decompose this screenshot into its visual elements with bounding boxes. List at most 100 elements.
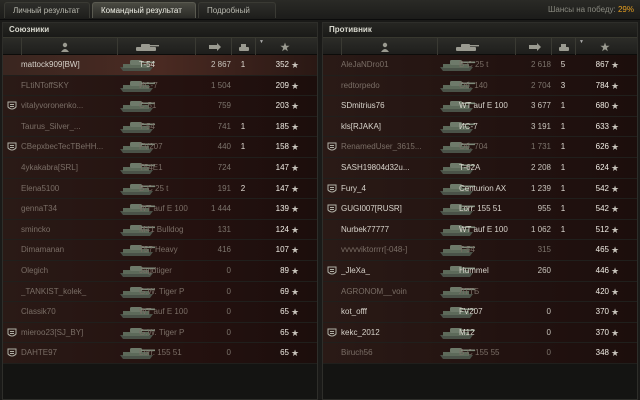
- player-row[interactable]: Dimamanan T57 Heavy 416 107 ★: [3, 240, 317, 261]
- platoon-cell: [327, 343, 341, 363]
- star-icon: ★: [291, 245, 300, 256]
- star-icon: ★: [291, 286, 300, 297]
- player-row[interactable]: AGRONOM__voin ЛТТБ 420 ★: [323, 281, 637, 303]
- xp-value: 542: [595, 204, 609, 214]
- player-row[interactable]: GUGI007[RUSR] Lorr. 155 51 955 1 542 ★: [323, 199, 637, 220]
- kills-value: 1: [560, 224, 566, 234]
- header-xp[interactable]: ▼: [255, 38, 317, 55]
- player-row[interactable]: mattock909[BW] T-54 2 867 1 352 ★: [3, 55, 317, 76]
- vehicle-name: WT auf E 100: [139, 204, 188, 214]
- header-player[interactable]: [341, 38, 437, 55]
- player-row[interactable]: Fury_4 Centurion AX 1 239 1 542 ★: [323, 178, 637, 200]
- player-row[interactable]: redtorpedo Об. 140 2 704 3 784 ★: [323, 75, 637, 97]
- tab-team-result[interactable]: Командный результат: [92, 2, 196, 18]
- platoon-cell: [7, 261, 21, 281]
- allies-list: mattock909[BW] T-54 2 867 1 352 ★ FLtiNToffSKY…: [3, 55, 317, 364]
- player-row[interactable]: RenamedUser_3615... Об. 704 1 731 1 626 ★: [323, 137, 637, 158]
- tab-detailed-report[interactable]: Подробный отчёт: [198, 2, 276, 31]
- player-row[interactable]: vvvvviktorrrr[-048-] T-54 315 465 ★: [323, 240, 637, 261]
- damage-value: 2 704: [530, 80, 551, 90]
- player-row[interactable]: Biruch56 B-C 155 55 0 348 ★: [323, 343, 637, 364]
- player-row[interactable]: _TANKIST_kolek_ G.W. Tiger P 0 69 ★: [3, 281, 317, 303]
- platoon-cell: [327, 199, 341, 219]
- player-row[interactable]: Olegich Jagdtiger 0 89 ★: [3, 260, 317, 282]
- player-name: _TANKIST_kolek_: [21, 286, 87, 296]
- vehicle-name: B-C 155 55: [459, 348, 500, 358]
- star-icon: ★: [611, 80, 620, 91]
- player-row[interactable]: SASH19804d32u... T-62A 2 208 1 624 ★: [323, 157, 637, 179]
- platoon-cell: [7, 343, 21, 363]
- player-row[interactable]: Elena5100 B-C 25 t 191 2 147 ★: [3, 178, 317, 200]
- player-row[interactable]: FLtiNToffSKY ИС-7 1 504 209 ★: [3, 75, 317, 97]
- platoon-cell: [327, 282, 341, 302]
- player-row[interactable]: kekc_2012 M12 0 370 ★: [323, 322, 637, 344]
- player-row[interactable]: vitalyvoronenko... C-51 759 203 ★: [3, 96, 317, 117]
- platoon-cell: [7, 76, 21, 96]
- player-row[interactable]: Nurbek77777 WT auf E 100 1 062 1 512 ★: [323, 219, 637, 241]
- player-row[interactable]: smincko M41 Bulldog 131 124 ★: [3, 219, 317, 241]
- platoon-cell: [7, 55, 21, 75]
- kills-value: [553, 282, 573, 302]
- header-kills[interactable]: [231, 38, 255, 55]
- damage-value: 759: [217, 101, 231, 111]
- player-name: DAHTE97: [21, 348, 58, 358]
- player-name: RenamedUser_3615...: [341, 142, 422, 152]
- player-row[interactable]: 4ykakabra[SRL] T54E1 724 147 ★: [3, 157, 317, 179]
- star-icon: ★: [291, 327, 300, 338]
- kills-value: [233, 302, 253, 322]
- player-row[interactable]: kls[RJAKA] ИС-7 3 191 1 633 ★: [323, 116, 637, 138]
- vehicle-name: Об. 704: [459, 142, 488, 152]
- platoon-cell: [7, 323, 21, 343]
- kills-value: [233, 240, 253, 260]
- player-row[interactable]: CBepxbecTecTBeHH... FV207 440 1 158 ★: [3, 137, 317, 158]
- header-kills[interactable]: [551, 38, 575, 55]
- xp-value: 185: [275, 121, 289, 131]
- kills-value: 1: [560, 183, 566, 193]
- player-row[interactable]: DAHTE97 Lorr. 155 51 0 65 ★: [3, 343, 317, 364]
- tank-icon: [136, 44, 159, 51]
- player-row[interactable]: Taurus_Silver_... T-54 741 1 185 ★: [3, 116, 317, 138]
- header-damage[interactable]: [195, 38, 231, 55]
- player-row[interactable]: _JleXa_ Hummel 260 446 ★: [323, 260, 637, 282]
- damage-value: 1 504: [210, 80, 231, 90]
- player-name: AleJaNDro01: [341, 60, 389, 69]
- vehicle-name: B-C 25 t: [459, 60, 489, 69]
- tab-personal-result[interactable]: Личный результат: [4, 2, 90, 18]
- star-icon: ★: [611, 224, 620, 235]
- header-platoon[interactable]: [3, 38, 21, 55]
- player-row[interactable]: SDmitrius76 WT auf E 100 3 677 1 680 ★: [323, 96, 637, 117]
- platoon-cell: [7, 220, 21, 240]
- vehicle-name: G.W. Tiger P: [139, 327, 185, 337]
- header-vehicle[interactable]: [117, 38, 195, 55]
- win-chance-label: Шансы на победу:: [548, 5, 616, 14]
- player-row[interactable]: mieroo23[SJ_BY] G.W. Tiger P 0 65 ★: [3, 322, 317, 344]
- star-icon: ★: [611, 60, 620, 70]
- star-icon: ★: [291, 142, 300, 153]
- player-row[interactable]: gennaT34 WT auf E 100 1 444 139 ★: [3, 199, 317, 220]
- damage-value: 440: [217, 142, 231, 152]
- header-player[interactable]: [21, 38, 117, 55]
- header-platoon[interactable]: [323, 38, 341, 55]
- xp-value: 147: [275, 183, 289, 193]
- vehicle-name: T-54: [139, 121, 156, 131]
- damage-value: 1 444: [210, 204, 231, 214]
- star-icon: ★: [611, 265, 620, 276]
- xp-value: 680: [595, 101, 609, 111]
- platoon-icon: [327, 142, 337, 151]
- platoon-cell: [7, 282, 21, 302]
- player-name: FLtiNToffSKY: [21, 80, 69, 90]
- player-name: Nurbek77777: [341, 224, 390, 234]
- header-vehicle[interactable]: [437, 38, 515, 55]
- header-damage[interactable]: [515, 38, 551, 55]
- player-row[interactable]: kot_offf FV207 0 370 ★: [323, 302, 637, 323]
- header-xp[interactable]: ▼: [575, 38, 637, 55]
- star-icon: ★: [611, 327, 620, 338]
- tank-icon: [456, 44, 479, 51]
- player-row[interactable]: AleJaNDro01 B-C 25 t 2 618 5 867 ★: [323, 55, 637, 76]
- player-row[interactable]: Classik70 WT auf E 100 0 65 ★: [3, 302, 317, 323]
- xp-value: 209: [275, 80, 289, 90]
- vehicle-name: B-C 25 t: [139, 183, 169, 193]
- kills-value: [233, 158, 253, 178]
- xp-value: 139: [275, 204, 289, 214]
- platoon-icon: [7, 101, 17, 110]
